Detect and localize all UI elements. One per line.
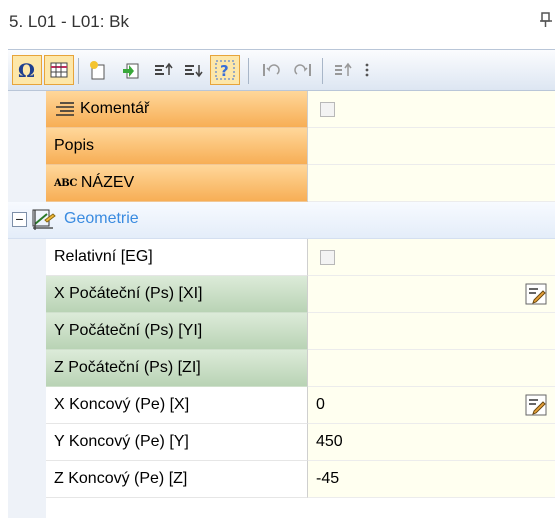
ruler-grid-icon [50, 62, 68, 78]
omega-button[interactable]: Ω [12, 55, 42, 85]
property-value[interactable] [308, 91, 555, 128]
relativni-checkbox[interactable] [320, 249, 335, 265]
panel-title: 5. L01 - L01: Bk [9, 12, 130, 31]
rotate-left-button[interactable] [256, 55, 286, 85]
property-value-text: 0 [316, 396, 325, 413]
property-label-text: Popis [54, 137, 95, 154]
help-button[interactable]: ? [210, 55, 240, 85]
collapse-toggle[interactable]: − [12, 212, 27, 227]
property-row-popis: Popis [8, 128, 555, 165]
pin-icon[interactable] [540, 10, 552, 30]
comment-lines-icon [56, 102, 74, 116]
property-label-text: Z Koncový (Pe) [Z] [54, 470, 188, 487]
property-value[interactable]: -45 [308, 461, 555, 498]
sort-up-icon [155, 62, 173, 75]
property-value[interactable] [308, 165, 555, 202]
toolbar-overflow-button[interactable] [360, 55, 374, 85]
property-value[interactable]: 450 [308, 424, 555, 461]
move-up-button[interactable] [328, 55, 358, 85]
property-label[interactable]: ABC NÁZEV [46, 165, 308, 202]
omega-icon: Ω [18, 60, 35, 81]
properties-toolbar: Ω ? [8, 49, 555, 91]
komentar-checkbox[interactable] [320, 101, 335, 117]
property-label[interactable]: Komentář [46, 91, 308, 128]
property-label-text: X Koncový (Pe) [X] [54, 396, 190, 413]
import-button[interactable] [116, 55, 146, 85]
green-arrow-import-icon [123, 63, 139, 79]
property-value-text: 450 [316, 433, 343, 450]
group-label: Geometrie [64, 210, 139, 227]
property-value[interactable] [308, 313, 555, 350]
property-row-y-koncovy: Y Koncový (Pe) [Y] 450 [8, 424, 555, 461]
property-label-text: Z Počáteční (Ps) [ZI] [54, 359, 201, 376]
property-value[interactable] [308, 350, 555, 387]
property-label[interactable]: Popis [46, 128, 308, 165]
edit-pencil-icon[interactable] [525, 394, 547, 416]
help-question-icon: ? [215, 60, 235, 80]
property-label[interactable]: Z Koncový (Pe) [Z] [46, 461, 308, 498]
ruler-grid-button[interactable] [44, 55, 74, 85]
svg-text:Ω: Ω [18, 60, 35, 81]
property-value[interactable] [308, 239, 555, 276]
property-row-y-pocatecni: Y Počáteční (Ps) [YI] [8, 313, 555, 350]
property-label-text: X Počáteční (Ps) [XI] [54, 285, 203, 302]
new-sparkle-icon [90, 61, 105, 80]
property-grid: Komentář Popis ABC NÁZEV − Geometrie Rel… [8, 91, 555, 518]
property-label-text: NÁZEV [80, 174, 135, 191]
property-row-x-pocatecni: X Počáteční (Ps) [XI] [8, 276, 555, 313]
overflow-icon [365, 63, 369, 77]
property-value[interactable] [308, 128, 555, 165]
property-value-text: -45 [316, 470, 340, 487]
property-row-nazev: ABC NÁZEV [8, 165, 555, 202]
property-label-text: Relativní [EG] [54, 248, 153, 265]
rotate-right-button[interactable] [288, 55, 318, 85]
property-label-text: Y Koncový (Pe) [Y] [54, 433, 189, 450]
property-label[interactable]: X Koncový (Pe) [X] [46, 387, 308, 424]
geometry-icon [32, 209, 56, 230]
property-label[interactable]: Y Počáteční (Ps) [YI] [46, 313, 308, 350]
rotate-right-icon [294, 64, 311, 76]
new-button[interactable] [83, 55, 113, 85]
property-label[interactable]: X Počáteční (Ps) [XI] [46, 276, 308, 313]
property-row-z-pocatecni: Z Počáteční (Ps) [ZI] [8, 350, 555, 387]
property-label-text: Y Počáteční (Ps) [YI] [54, 322, 203, 339]
property-row-relativni: Relativní [EG] [8, 239, 555, 276]
property-row-x-koncovy: X Koncový (Pe) [X] 0 [8, 387, 555, 424]
property-label[interactable]: Z Počáteční (Ps) [ZI] [46, 350, 308, 387]
move-up-icon [335, 62, 352, 76]
property-label[interactable]: Relativní [EG] [46, 239, 308, 276]
property-label-text: Komentář [80, 100, 150, 117]
sort-down-icon [185, 65, 203, 78]
property-value[interactable]: 0 [308, 387, 555, 424]
abc-text-icon: ABC [54, 177, 77, 189]
svg-text:?: ? [220, 62, 229, 80]
rotate-left-icon [263, 64, 280, 76]
sort-up-button[interactable] [148, 55, 178, 85]
property-row-komentar: Komentář [8, 91, 555, 128]
panel-titlebar: 5. L01 - L01: Bk [0, 0, 555, 42]
property-value[interactable] [308, 276, 555, 313]
property-row-z-koncovy: Z Koncový (Pe) [Z] -45 [8, 461, 555, 498]
property-label[interactable]: Y Koncový (Pe) [Y] [46, 424, 308, 461]
sort-down-button[interactable] [178, 55, 208, 85]
group-row-geometrie[interactable]: − Geometrie [8, 202, 555, 239]
edit-pencil-icon[interactable] [525, 283, 547, 305]
